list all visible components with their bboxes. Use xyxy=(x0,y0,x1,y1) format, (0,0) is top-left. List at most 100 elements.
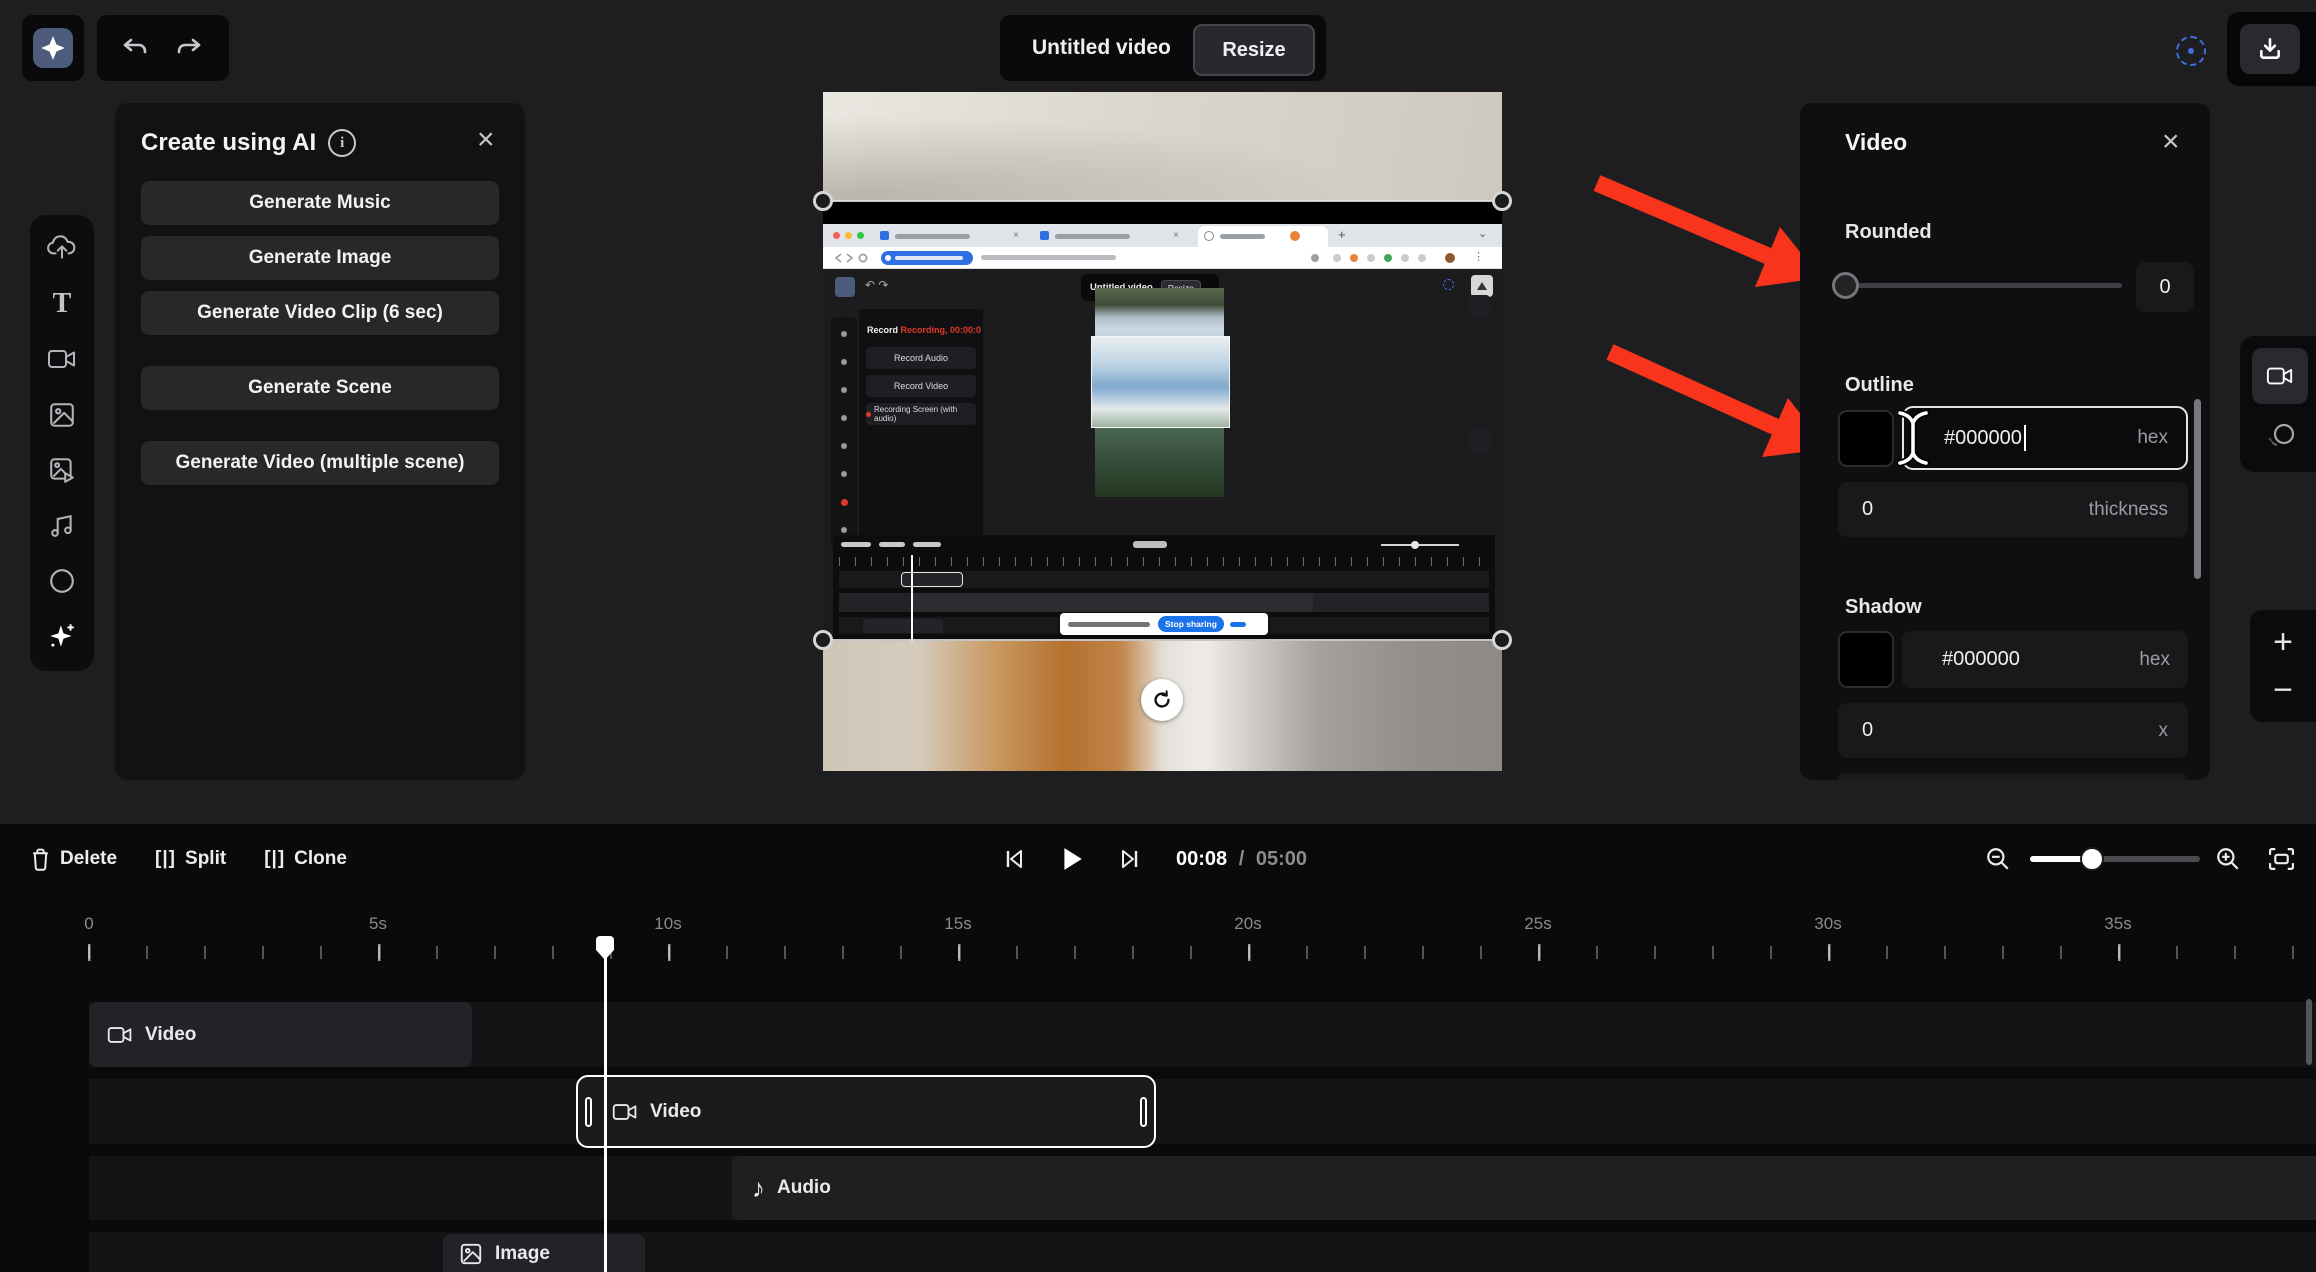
shadow-x-input[interactable]: 0 x xyxy=(1838,703,2188,758)
browser-tab[interactable]: × xyxy=(878,228,1023,245)
browser-menu-icon[interactable]: ⋮ xyxy=(1473,250,1484,263)
shadow-color-swatch[interactable] xyxy=(1838,631,1894,688)
new-tab-icon[interactable]: + xyxy=(1338,227,1346,242)
animation-icon[interactable] xyxy=(2256,414,2304,458)
clone-button[interactable]: [|] Clone xyxy=(264,848,347,870)
timeline-zoom-slider[interactable] xyxy=(2030,856,2200,862)
shapes-tool-icon[interactable] xyxy=(30,561,94,601)
create-ai-panel: Create using AI i × Generate Music Gener… xyxy=(115,103,525,780)
timeline-scrollbar[interactable] xyxy=(2306,999,2312,1065)
time-divider: / xyxy=(1238,847,1245,870)
upload-icon[interactable] xyxy=(30,228,94,268)
rounded-slider-handle[interactable] xyxy=(1832,272,1859,299)
app-logo-icon xyxy=(33,28,73,68)
fit-timeline-icon[interactable] xyxy=(2268,846,2295,872)
extension-icon[interactable] xyxy=(1367,254,1375,262)
text-tool-icon[interactable]: T xyxy=(30,284,94,324)
browser-tab-active[interactable] xyxy=(1198,226,1328,247)
nested-screenshot-layer[interactable]: × × + ⌄ ⋮ ↶ ↷ Record Recording, 00:00:03… xyxy=(823,201,1502,641)
extension-icon[interactable] xyxy=(1350,254,1358,262)
extension-icon[interactable] xyxy=(1311,254,1319,262)
info-icon[interactable]: i xyxy=(328,129,357,157)
rounded-value-input[interactable]: 0 xyxy=(2136,262,2194,312)
video-clip-1[interactable]: Video xyxy=(89,1002,472,1067)
extension-icon[interactable] xyxy=(1418,254,1426,262)
ai-panel-close-icon[interactable]: × xyxy=(477,125,495,155)
resize-button[interactable]: Resize xyxy=(1193,24,1315,76)
video-tool-icon[interactable] xyxy=(30,339,94,379)
canvas-zoom-out-button[interactable]: − xyxy=(2258,668,2308,712)
selection-handle-top-right[interactable] xyxy=(1492,191,1512,211)
audio-clip[interactable]: ♪ Audio xyxy=(732,1156,2316,1220)
timeline-zoom-handle[interactable] xyxy=(2080,847,2104,871)
extension-icon[interactable] xyxy=(1384,254,1392,262)
ruler-major-ticks[interactable] xyxy=(88,944,2316,961)
skip-back-button[interactable] xyxy=(1002,847,1026,871)
nested-record-status: Recording, 00:00:03 xyxy=(900,325,981,335)
ai-tool-icon[interactable] xyxy=(30,616,94,656)
image-clip-label: Image xyxy=(495,1242,550,1264)
extension-badge[interactable] xyxy=(881,251,973,265)
skip-forward-button[interactable] xyxy=(1118,847,1142,871)
generate-video-multi-button[interactable]: Generate Video (multiple scene) xyxy=(141,441,499,485)
video-clip-label: Video xyxy=(145,1023,197,1045)
outline-thickness-input[interactable]: 0 thickness xyxy=(1838,482,2188,537)
redo-icon[interactable] xyxy=(169,31,209,65)
generate-video-clip-button[interactable]: Generate Video Clip (6 sec) xyxy=(141,291,499,335)
ruler-label: 25s xyxy=(1524,914,1552,933)
selection-handle-bottom-right[interactable] xyxy=(1492,630,1512,650)
selection-handle-top-left[interactable] xyxy=(813,191,833,211)
generate-music-button[interactable]: Generate Music xyxy=(141,181,499,225)
video-clip-2-selected[interactable]: Video xyxy=(576,1075,1156,1148)
generate-image-button[interactable]: Generate Image xyxy=(141,236,499,280)
inspector-close-icon[interactable]: × xyxy=(2162,127,2180,157)
split-button[interactable]: [|] Split xyxy=(155,848,226,870)
media-tool-icon[interactable] xyxy=(30,450,94,490)
clip-trim-handle-right[interactable] xyxy=(1140,1096,1147,1127)
home-button[interactable] xyxy=(22,15,84,81)
zoom-in-icon[interactable] xyxy=(2215,846,2241,872)
image-tool-icon[interactable] xyxy=(30,395,94,435)
shadow-hex-input[interactable]: #000000 hex xyxy=(1902,631,2188,688)
rounded-slider-track[interactable] xyxy=(1838,283,2122,288)
selection-edge-bottom xyxy=(823,639,1502,641)
browser-tab[interactable]: × xyxy=(1038,228,1183,245)
video-clip-icon xyxy=(107,1026,132,1043)
selection-handle-bottom-left[interactable] xyxy=(813,630,833,650)
url-text xyxy=(981,255,1116,260)
clip-trim-handle-left[interactable] xyxy=(585,1096,592,1127)
inspector-scrollbar[interactable] xyxy=(2194,399,2201,579)
canvas-zoom-in-button[interactable]: + xyxy=(2258,620,2308,664)
ruler-label: 5s xyxy=(369,914,387,933)
image-clip[interactable]: Image xyxy=(443,1234,645,1272)
tab-favicon xyxy=(1290,231,1300,241)
ruler-label: 10s xyxy=(654,914,682,933)
video-preview-canvas[interactable]: × × + ⌄ ⋮ ↶ ↷ Record Recording, 00:00:03… xyxy=(813,92,1512,771)
undo-icon[interactable] xyxy=(115,31,155,65)
export-container xyxy=(2227,12,2316,86)
inspector-title: Video xyxy=(1845,129,1908,155)
text-caret xyxy=(2023,425,2026,451)
profile-avatar[interactable] xyxy=(1445,253,1455,263)
download-button[interactable] xyxy=(2240,24,2300,74)
delete-button[interactable]: Delete xyxy=(30,848,117,871)
total-time: 05:00 xyxy=(1255,847,1307,870)
timeline-section: Delete [|] Split [|] Clone 00:08 / 05:00 xyxy=(0,823,2316,1272)
play-button[interactable] xyxy=(1060,846,1084,872)
playhead-line[interactable] xyxy=(604,954,607,1272)
nested-record-tool-active xyxy=(841,499,848,506)
audio-tool-icon[interactable] xyxy=(30,506,94,546)
extension-icon[interactable] xyxy=(1401,254,1409,262)
nested-record-audio-button: Record Audio xyxy=(866,347,976,369)
extension-icon[interactable] xyxy=(1333,254,1341,262)
generate-scene-button[interactable]: Generate Scene xyxy=(141,366,499,410)
nested-record-screen-button: Recording Screen (with audio) xyxy=(866,403,976,425)
rotate-handle[interactable] xyxy=(1141,679,1183,721)
outline-color-swatch[interactable] xyxy=(1838,410,1894,467)
shadow-y-input-partial[interactable] xyxy=(1838,773,2188,780)
project-title[interactable]: Untitled video xyxy=(1032,36,1171,60)
outline-hex-input[interactable]: #000000 hex xyxy=(1902,406,2188,470)
zoom-out-icon[interactable] xyxy=(1985,846,2011,872)
tab-menu-caret[interactable]: ⌄ xyxy=(1478,227,1487,240)
layer-video-button[interactable] xyxy=(2252,348,2308,404)
